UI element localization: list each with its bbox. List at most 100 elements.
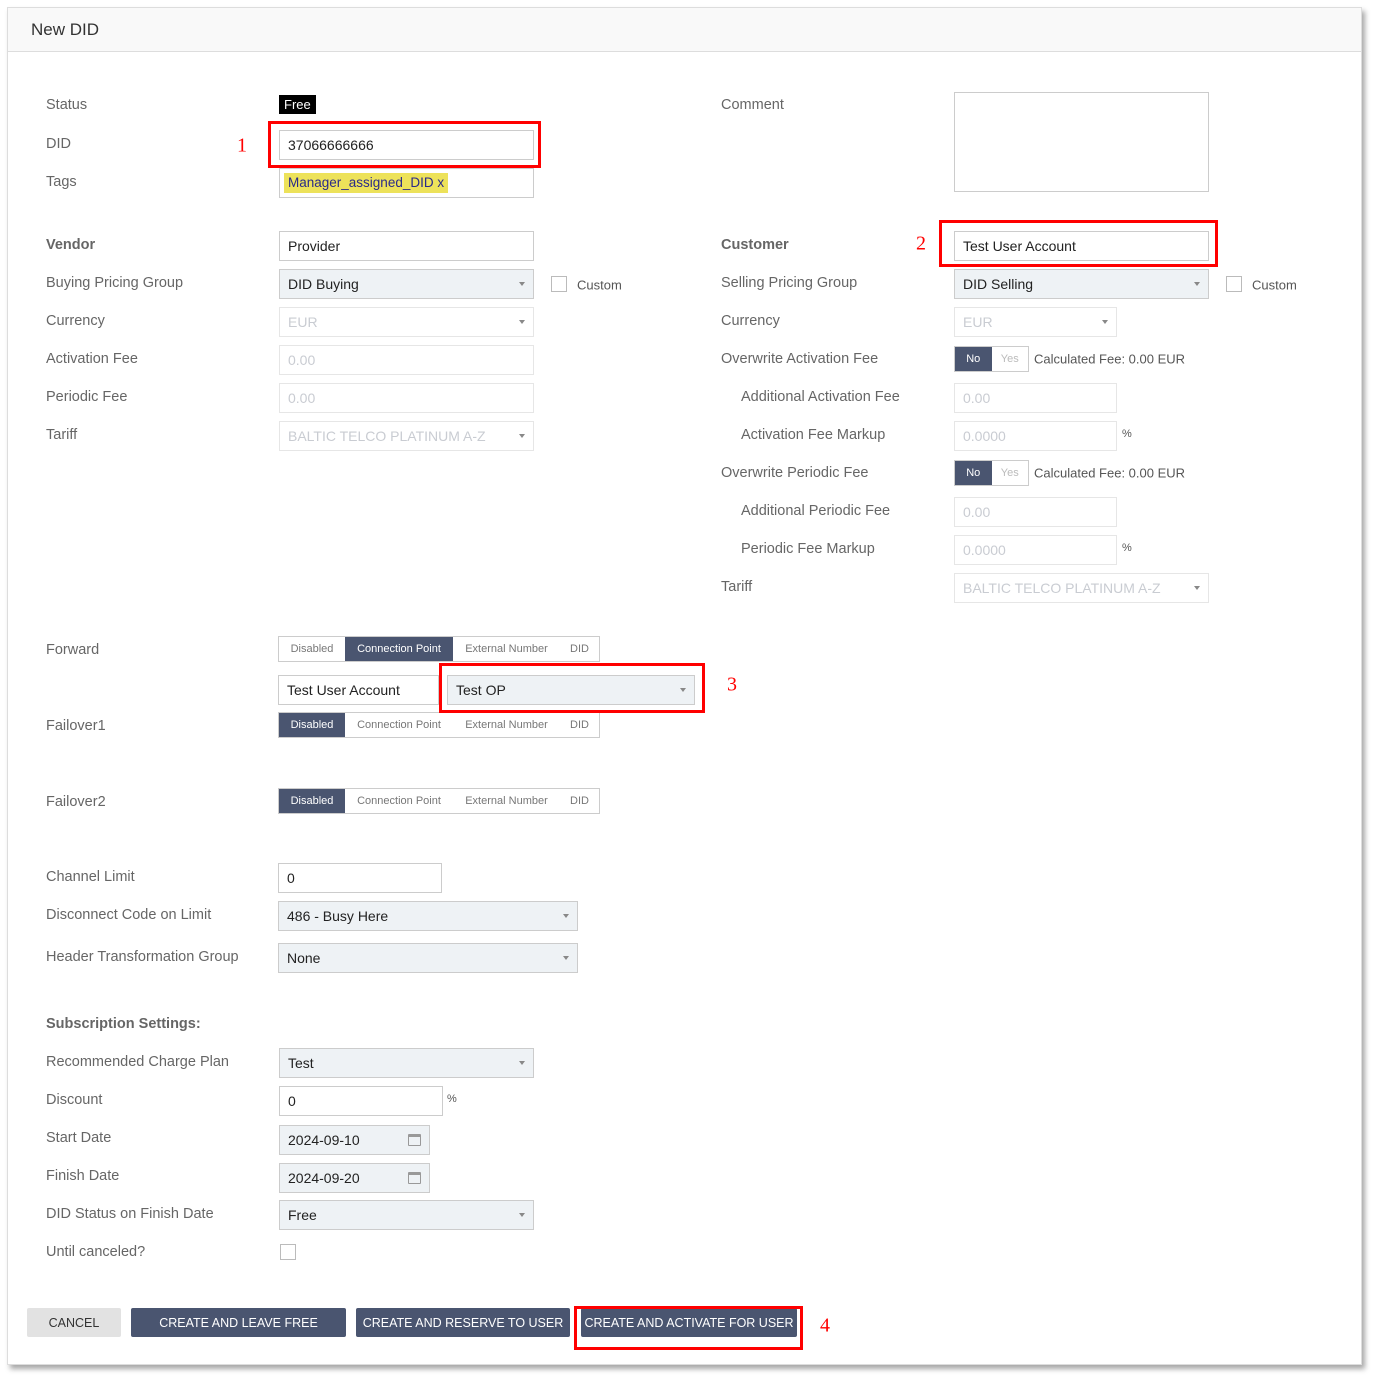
selected-value: Free	[288, 1207, 317, 1223]
start-date-label: Start Date	[46, 1130, 112, 1146]
charge-plan-select[interactable]: Test	[279, 1048, 534, 1078]
activation-fee-markup-label: Activation Fee Markup	[741, 427, 886, 443]
failover2-label: Failover2	[46, 794, 106, 810]
selected-value: EUR	[963, 314, 993, 330]
segment-option[interactable]: Disabled	[279, 713, 345, 737]
right-tariff-select: BALTIC TELCO PLATINUM A-Z	[954, 573, 1209, 603]
did-status-finish-select[interactable]: Free	[279, 1200, 534, 1230]
selected-value: None	[287, 950, 321, 966]
chevron-down-icon	[1194, 586, 1200, 590]
start-date-input[interactable]: 2024-09-10	[279, 1125, 430, 1155]
selling-pricing-group-label: Selling Pricing Group	[721, 275, 858, 291]
buying-pricing-group-select[interactable]: DID Buying	[279, 269, 534, 299]
segment-option[interactable]: Connection Point	[345, 637, 453, 661]
comment-textarea[interactable]	[954, 92, 1209, 192]
periodic-fee-input: 0.00	[279, 383, 534, 413]
create-leave-free-button[interactable]: CREATE AND LEAVE FREE	[131, 1308, 346, 1337]
failover1-segmented-control[interactable]: Disabled Connection Point External Number D…	[278, 712, 600, 738]
chevron-down-icon	[1194, 282, 1200, 286]
selected-value: DID Selling	[963, 276, 1034, 292]
status-label: Status	[46, 97, 88, 113]
disconnect-code-label: Disconnect Code on Limit	[46, 907, 212, 923]
toggle-yes[interactable]: Yes	[992, 461, 1029, 485]
did-label: DID	[46, 136, 71, 152]
did-status-finish-label: DID Status on Finish Date	[46, 1206, 214, 1222]
buying-custom-checkbox[interactable]	[551, 276, 567, 292]
highlight-box	[574, 1306, 803, 1350]
dialog-header: New DID	[8, 8, 1361, 52]
vendor-input[interactable]: Provider	[279, 231, 534, 261]
selling-pricing-group-select[interactable]: DID Selling	[954, 269, 1209, 299]
overwrite-periodic-fee-label: Overwrite Periodic Fee	[721, 465, 869, 481]
additional-activation-fee-input: 0.00	[954, 383, 1117, 413]
segment-option[interactable]: DID	[560, 637, 599, 661]
failover1-label: Failover1	[46, 718, 106, 734]
dialog-title: New DID	[31, 20, 100, 39]
toggle-no[interactable]: No	[955, 461, 992, 485]
header-transformation-select[interactable]: None	[278, 943, 578, 973]
overwrite-activation-fee-toggle[interactable]: No Yes	[954, 346, 1029, 372]
additional-periodic-fee-label: Additional Periodic Fee	[741, 503, 891, 519]
percent-sign: %	[447, 1093, 457, 1105]
highlight-box	[268, 121, 541, 168]
toggle-yes[interactable]: Yes	[992, 347, 1029, 371]
create-reserve-button[interactable]: CREATE AND RESERVE TO USER	[356, 1308, 570, 1337]
tag-chip: Manager_assigned_DID x	[284, 173, 449, 193]
disconnect-code-select[interactable]: 486 - Busy Here	[278, 901, 578, 931]
currency-label: Currency	[46, 313, 105, 329]
tag-label: Manager_assigned_DID	[288, 175, 434, 190]
buying-custom-label: Custom	[577, 277, 622, 293]
selected-value: DID Buying	[288, 276, 359, 292]
overwrite-periodic-fee-toggle[interactable]: No Yes	[954, 460, 1029, 486]
annotation-number: 1	[237, 134, 247, 157]
calendar-icon[interactable]	[408, 1172, 421, 1184]
segment-option[interactable]: External Number	[453, 713, 560, 737]
calculated-activation-fee: Calculated Fee: 0.00 EUR	[1034, 351, 1186, 367]
selected-value: Test	[288, 1055, 314, 1071]
discount-input[interactable]: 0	[279, 1086, 443, 1116]
until-canceled-checkbox[interactable]	[280, 1244, 296, 1260]
finish-date-input[interactable]: 2024-09-20	[279, 1163, 430, 1193]
chevron-down-icon	[563, 956, 569, 960]
toggle-no[interactable]: No	[955, 347, 992, 371]
segment-option[interactable]: DID	[560, 789, 599, 813]
segment-option[interactable]: External Number	[453, 789, 560, 813]
right-currency-select: EUR	[954, 307, 1117, 337]
highlight-box	[439, 663, 705, 713]
until-canceled-label: Until canceled?	[46, 1244, 146, 1260]
segment-option[interactable]: Disabled	[279, 789, 345, 813]
tag-remove-button[interactable]: x	[437, 175, 444, 190]
segment-option[interactable]: Connection Point	[345, 789, 453, 813]
additional-activation-fee-label: Additional Activation Fee	[741, 389, 900, 405]
highlight-box	[939, 220, 1218, 267]
forward-segmented-control[interactable]: Disabled Connection Point External Number D…	[278, 636, 600, 662]
channel-limit-input[interactable]: 0	[278, 863, 442, 893]
periodic-fee-label: Periodic Fee	[46, 389, 128, 405]
right-tariff-label: Tariff	[721, 579, 753, 595]
chevron-down-icon	[519, 282, 525, 286]
additional-periodic-fee-input: 0.00	[954, 497, 1117, 527]
forward-account-input[interactable]: Test User Account	[278, 675, 439, 705]
chevron-down-icon	[519, 320, 525, 324]
forward-label: Forward	[46, 642, 100, 658]
segment-option[interactable]: External Number	[453, 637, 560, 661]
selected-value: EUR	[288, 314, 318, 330]
segment-option[interactable]: DID	[560, 713, 599, 737]
chevron-down-icon	[519, 1213, 525, 1217]
segment-option[interactable]: Disabled	[279, 637, 345, 661]
finish-date-label: Finish Date	[46, 1168, 120, 1184]
calendar-icon[interactable]	[408, 1134, 421, 1146]
calculated-periodic-fee: Calculated Fee: 0.00 EUR	[1034, 465, 1186, 481]
vendor-label: Vendor	[46, 237, 96, 253]
annotation-number: 2	[916, 232, 926, 255]
failover2-segmented-control[interactable]: Disabled Connection Point External Number D…	[278, 788, 600, 814]
charge-plan-label: Recommended Charge Plan	[46, 1054, 229, 1070]
segment-option[interactable]: Connection Point	[345, 713, 453, 737]
percent-sign: %	[1122, 542, 1132, 554]
right-currency-label: Currency	[721, 313, 780, 329]
cancel-button[interactable]: CANCEL	[27, 1308, 121, 1337]
selling-custom-checkbox[interactable]	[1226, 276, 1242, 292]
tariff-select: BALTIC TELCO PLATINUM A-Z	[279, 421, 534, 451]
chevron-down-icon	[519, 1061, 525, 1065]
selected-value: BALTIC TELCO PLATINUM A-Z	[288, 428, 486, 444]
